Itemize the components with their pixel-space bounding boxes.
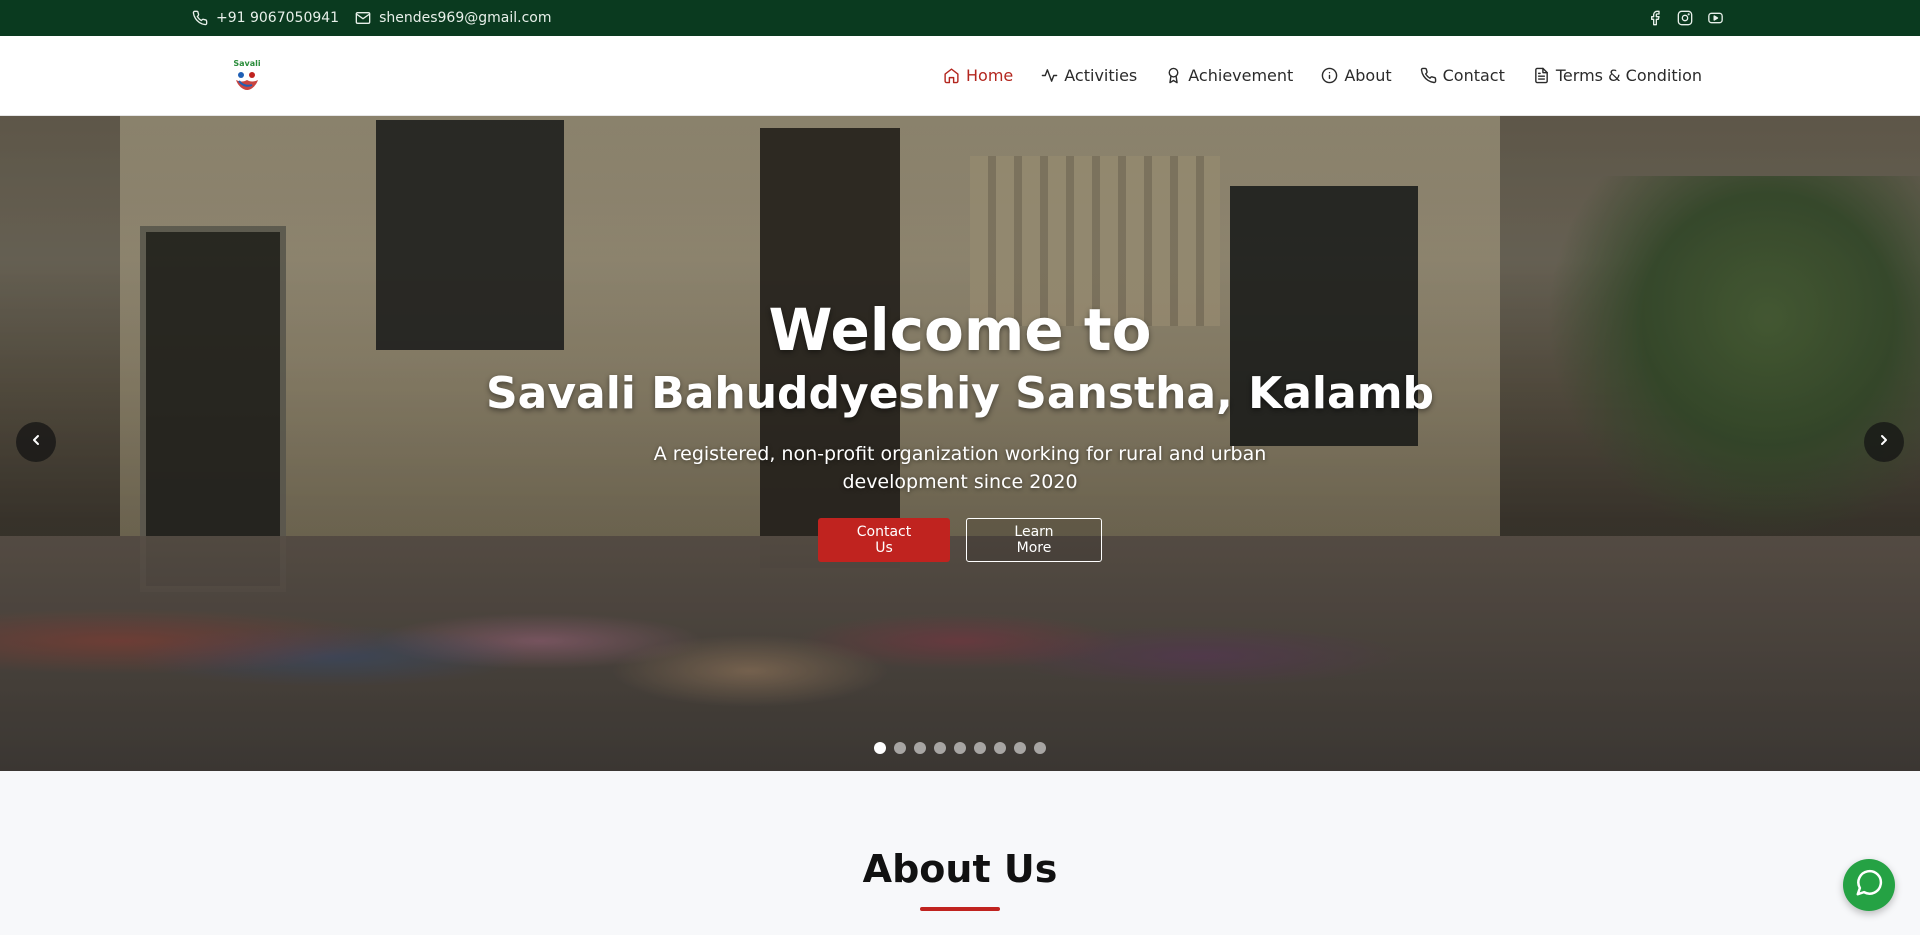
phone-contact[interactable]: +91 9067050941 (192, 10, 339, 26)
site-logo[interactable]: Savali (226, 55, 268, 97)
phone-icon (192, 10, 208, 26)
whatsapp-button[interactable] (1843, 859, 1895, 911)
hero-subtitle: Savali Bahuddyeshiy Sanstha, Kalamb (485, 368, 1435, 419)
about-title: About Us (862, 847, 1058, 891)
nav-home[interactable]: Home (943, 66, 1013, 85)
nav-home-label: Home (966, 66, 1014, 85)
nav-about[interactable]: About (1321, 66, 1392, 85)
hero-buttons: Contact Us Learn More (818, 518, 1102, 562)
carousel-dot-4[interactable] (934, 742, 946, 754)
carousel-dot-1[interactable] (874, 742, 886, 754)
nav-links: Home Activities Achievement About Contac… (943, 66, 1702, 85)
chevron-left-icon (28, 432, 44, 452)
nav-contact[interactable]: Contact (1420, 66, 1505, 85)
main-navbar: Savali Home Activities Achievement About… (0, 36, 1920, 116)
carousel-dot-5[interactable] (954, 742, 966, 754)
hero-carousel: Welcome to Savali Bahuddyeshiy Sanstha, … (0, 116, 1920, 771)
about-title-underline (920, 907, 1000, 911)
nav-activities[interactable]: Activities (1041, 66, 1137, 85)
facebook-icon[interactable] (1647, 10, 1663, 26)
about-section: About Us (0, 771, 1920, 935)
home-icon (943, 67, 960, 84)
social-links (1647, 10, 1724, 26)
nav-about-label: About (1344, 66, 1392, 85)
contact-us-button[interactable]: Contact Us (818, 518, 950, 562)
document-icon (1533, 67, 1550, 84)
phone-number: +91 9067050941 (216, 10, 340, 26)
nav-terms-label: Terms & Condition (1555, 66, 1702, 85)
learn-more-button[interactable]: Learn More (966, 518, 1102, 562)
carousel-dot-2[interactable] (894, 742, 906, 754)
mail-icon (355, 10, 371, 26)
contact-info: +91 9067050941 shendes969@gmail.com (192, 10, 551, 26)
carousel-next-button[interactable] (1864, 422, 1904, 462)
carousel-dot-9[interactable] (1034, 742, 1046, 754)
email-contact[interactable]: shendes969@gmail.com (355, 10, 551, 26)
youtube-icon[interactable] (1707, 10, 1724, 26)
carousel-indicators (0, 742, 1920, 754)
phone-icon (1420, 67, 1437, 84)
hero-content: Welcome to Savali Bahuddyeshiy Sanstha, … (0, 116, 1920, 771)
hero-description: A registered, non-profit organization wo… (653, 443, 1267, 493)
carousel-dot-3[interactable] (914, 742, 926, 754)
logo-text: Savali (233, 59, 261, 68)
nav-achievement[interactable]: Achievement (1165, 66, 1293, 85)
nav-achievement-label: Achievement (1188, 66, 1294, 85)
nav-activities-label: Activities (1064, 66, 1138, 85)
nav-contact-label: Contact (1442, 66, 1505, 85)
chevron-right-icon (1876, 432, 1892, 452)
info-icon (1321, 67, 1338, 84)
whatsapp-icon (1854, 868, 1884, 902)
award-icon (1165, 67, 1182, 84)
hero-title: Welcome to (768, 296, 1152, 364)
carousel-dot-8[interactable] (1014, 742, 1026, 754)
carousel-dot-7[interactable] (994, 742, 1006, 754)
instagram-icon[interactable] (1677, 10, 1693, 26)
top-contact-bar: +91 9067050941 shendes969@gmail.com (0, 0, 1920, 36)
carousel-dot-6[interactable] (974, 742, 986, 754)
email-address: shendes969@gmail.com (379, 10, 552, 26)
logo-mark-icon (236, 72, 258, 90)
carousel-prev-button[interactable] (16, 422, 56, 462)
activity-icon (1041, 67, 1058, 84)
nav-terms[interactable]: Terms & Condition (1533, 66, 1702, 85)
